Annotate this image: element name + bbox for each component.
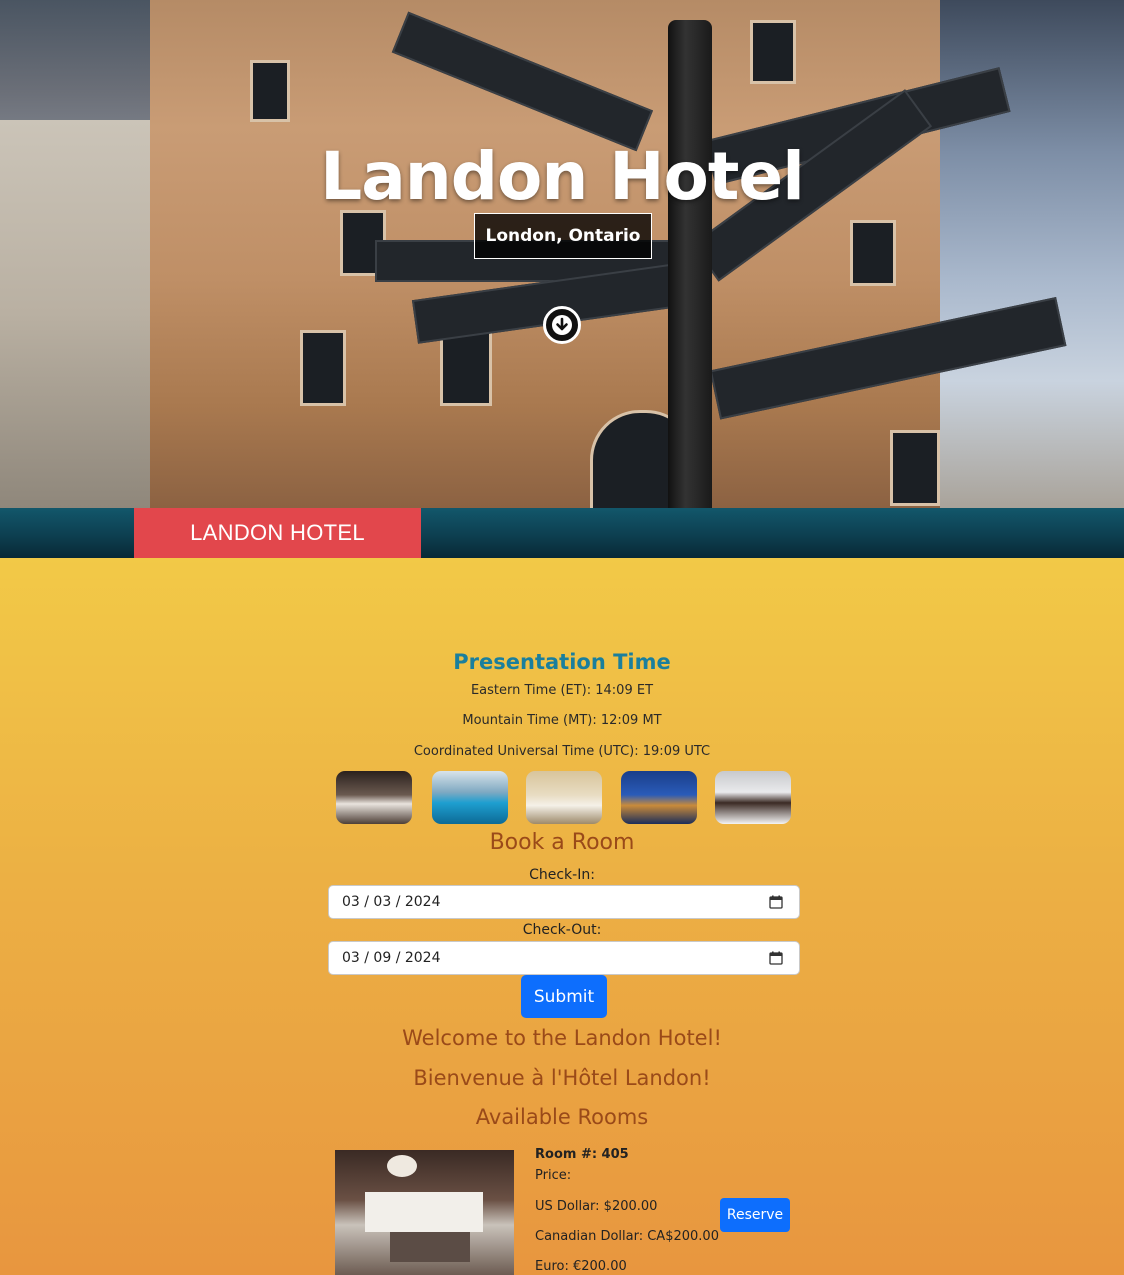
hero-window bbox=[300, 330, 346, 406]
checkin-date-input[interactable]: 03 / 03 / 2024 bbox=[328, 885, 800, 919]
photo-gallery bbox=[336, 771, 792, 825]
room-number: Room #: 405 bbox=[535, 1147, 629, 1162]
gallery-bedroom-image[interactable] bbox=[336, 771, 412, 824]
calendar-icon[interactable] bbox=[769, 951, 783, 965]
welcome-french: Bienvenue à l'Hôtel Landon! bbox=[413, 1066, 711, 1090]
brand-link[interactable]: LANDON HOTEL bbox=[134, 508, 421, 558]
room-image-bed bbox=[365, 1192, 483, 1232]
hero-window bbox=[250, 60, 290, 122]
time-eastern: Eastern Time (ET): 14:09 ET bbox=[470, 683, 654, 698]
price-usd: US Dollar: $200.00 bbox=[535, 1199, 658, 1214]
price-label: Price: bbox=[535, 1168, 572, 1183]
hero-subtitle: London, Ontario bbox=[474, 213, 652, 259]
hero-title: Landon Hotel bbox=[320, 138, 805, 215]
signpost-pole bbox=[668, 20, 712, 508]
checkout-label: Check-Out: bbox=[522, 922, 602, 938]
room-image-sofa bbox=[390, 1232, 470, 1262]
checkin-date-value: 03 / 03 / 2024 bbox=[342, 894, 441, 910]
checkin-label: Check-In: bbox=[529, 867, 595, 883]
gallery-parliament-image[interactable] bbox=[621, 771, 697, 824]
welcome-english: Welcome to the Landon Hotel! bbox=[402, 1026, 722, 1050]
calendar-icon[interactable] bbox=[769, 895, 783, 909]
hero-banner: Landon Hotel London, Ontario bbox=[0, 0, 1124, 508]
book-room-heading: Book a Room bbox=[489, 830, 635, 855]
gallery-pool-image[interactable] bbox=[432, 771, 508, 824]
scroll-down-button[interactable] bbox=[543, 306, 581, 344]
available-rooms-heading: Available Rooms bbox=[475, 1105, 649, 1129]
reserve-button[interactable]: Reserve bbox=[720, 1198, 790, 1232]
time-utc: Coordinated Universal Time (UTC): 19:09 … bbox=[413, 744, 711, 759]
navbar: LANDON HOTEL bbox=[0, 508, 1124, 558]
price-eur: Euro: €200.00 bbox=[535, 1259, 627, 1274]
hero-window bbox=[890, 430, 940, 506]
arrow-down-icon bbox=[552, 315, 572, 335]
price-cad: Canadian Dollar: CA$200.00 bbox=[535, 1229, 719, 1244]
hero-window bbox=[440, 330, 492, 406]
gallery-wedding-image[interactable] bbox=[715, 771, 791, 824]
hero-window bbox=[850, 220, 896, 286]
main-content: Presentation Time Eastern Time (ET): 14:… bbox=[0, 558, 1124, 1275]
gallery-dining-image[interactable] bbox=[526, 771, 602, 824]
room-image bbox=[335, 1150, 514, 1275]
submit-button[interactable]: Submit bbox=[521, 975, 607, 1018]
presentation-time-title: Presentation Time bbox=[453, 650, 671, 674]
room-image-mirror bbox=[387, 1155, 417, 1177]
hero-window bbox=[750, 20, 796, 84]
checkout-date-input[interactable]: 03 / 09 / 2024 bbox=[328, 941, 800, 975]
checkout-date-value: 03 / 09 / 2024 bbox=[342, 950, 441, 966]
time-mountain: Mountain Time (MT): 12:09 MT bbox=[462, 713, 662, 728]
